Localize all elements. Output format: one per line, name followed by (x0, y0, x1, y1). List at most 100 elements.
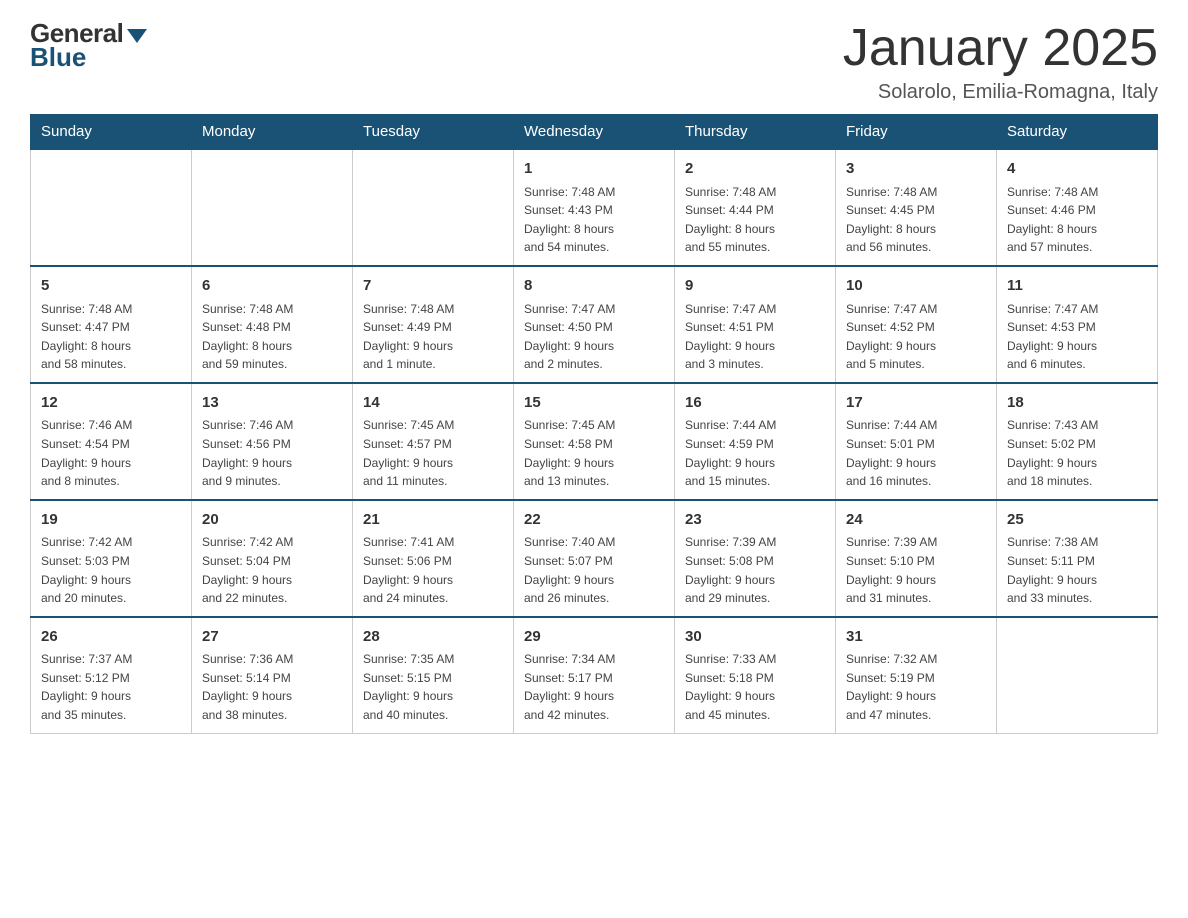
day-info: Sunrise: 7:39 AMSunset: 5:08 PMDaylight:… (685, 533, 825, 607)
day-number: 20 (202, 509, 342, 532)
day-info: Sunrise: 7:45 AMSunset: 4:58 PMDaylight:… (524, 416, 664, 490)
calendar-cell: 29Sunrise: 7:34 AMSunset: 5:17 PMDayligh… (514, 617, 675, 733)
calendar-cell: 22Sunrise: 7:40 AMSunset: 5:07 PMDayligh… (514, 500, 675, 617)
calendar-cell: 31Sunrise: 7:32 AMSunset: 5:19 PMDayligh… (836, 617, 997, 733)
calendar-cell (353, 149, 514, 266)
day-info: Sunrise: 7:48 AMSunset: 4:44 PMDaylight:… (685, 183, 825, 257)
calendar-cell: 12Sunrise: 7:46 AMSunset: 4:54 PMDayligh… (31, 383, 192, 500)
day-number: 19 (41, 509, 181, 532)
day-info: Sunrise: 7:35 AMSunset: 5:15 PMDaylight:… (363, 650, 503, 724)
calendar-week-4: 19Sunrise: 7:42 AMSunset: 5:03 PMDayligh… (31, 500, 1158, 617)
calendar-cell (997, 617, 1158, 733)
col-wednesday: Wednesday (514, 115, 675, 150)
day-info: Sunrise: 7:33 AMSunset: 5:18 PMDaylight:… (685, 650, 825, 724)
day-number: 1 (524, 158, 664, 181)
calendar-cell: 1Sunrise: 7:48 AMSunset: 4:43 PMDaylight… (514, 149, 675, 266)
day-info: Sunrise: 7:40 AMSunset: 5:07 PMDaylight:… (524, 533, 664, 607)
calendar-cell: 9Sunrise: 7:47 AMSunset: 4:51 PMDaylight… (675, 266, 836, 383)
calendar-cell: 18Sunrise: 7:43 AMSunset: 5:02 PMDayligh… (997, 383, 1158, 500)
calendar-cell: 19Sunrise: 7:42 AMSunset: 5:03 PMDayligh… (31, 500, 192, 617)
calendar-cell: 6Sunrise: 7:48 AMSunset: 4:48 PMDaylight… (192, 266, 353, 383)
day-info: Sunrise: 7:48 AMSunset: 4:43 PMDaylight:… (524, 183, 664, 257)
day-number: 25 (1007, 509, 1147, 532)
day-info: Sunrise: 7:45 AMSunset: 4:57 PMDaylight:… (363, 416, 503, 490)
day-number: 4 (1007, 158, 1147, 181)
calendar-cell: 2Sunrise: 7:48 AMSunset: 4:44 PMDaylight… (675, 149, 836, 266)
day-info: Sunrise: 7:48 AMSunset: 4:49 PMDaylight:… (363, 300, 503, 374)
day-info: Sunrise: 7:43 AMSunset: 5:02 PMDaylight:… (1007, 416, 1147, 490)
calendar-cell: 20Sunrise: 7:42 AMSunset: 5:04 PMDayligh… (192, 500, 353, 617)
col-thursday: Thursday (675, 115, 836, 150)
calendar-cell: 28Sunrise: 7:35 AMSunset: 5:15 PMDayligh… (353, 617, 514, 733)
day-info: Sunrise: 7:38 AMSunset: 5:11 PMDaylight:… (1007, 533, 1147, 607)
day-number: 9 (685, 275, 825, 298)
col-monday: Monday (192, 115, 353, 150)
logo-blue-text: Blue (30, 44, 86, 70)
day-number: 13 (202, 392, 342, 415)
day-info: Sunrise: 7:48 AMSunset: 4:48 PMDaylight:… (202, 300, 342, 374)
calendar-cell: 10Sunrise: 7:47 AMSunset: 4:52 PMDayligh… (836, 266, 997, 383)
month-title: January 2025 (843, 20, 1158, 77)
day-info: Sunrise: 7:41 AMSunset: 5:06 PMDaylight:… (363, 533, 503, 607)
day-info: Sunrise: 7:47 AMSunset: 4:52 PMDaylight:… (846, 300, 986, 374)
day-number: 22 (524, 509, 664, 532)
day-number: 7 (363, 275, 503, 298)
day-info: Sunrise: 7:42 AMSunset: 5:04 PMDaylight:… (202, 533, 342, 607)
day-info: Sunrise: 7:34 AMSunset: 5:17 PMDaylight:… (524, 650, 664, 724)
day-info: Sunrise: 7:47 AMSunset: 4:50 PMDaylight:… (524, 300, 664, 374)
col-friday: Friday (836, 115, 997, 150)
logo: General Blue (30, 20, 147, 70)
day-info: Sunrise: 7:44 AMSunset: 4:59 PMDaylight:… (685, 416, 825, 490)
day-number: 17 (846, 392, 986, 415)
calendar-cell (192, 149, 353, 266)
day-number: 2 (685, 158, 825, 181)
day-number: 18 (1007, 392, 1147, 415)
calendar-cell: 14Sunrise: 7:45 AMSunset: 4:57 PMDayligh… (353, 383, 514, 500)
calendar-cell: 16Sunrise: 7:44 AMSunset: 4:59 PMDayligh… (675, 383, 836, 500)
calendar-cell: 15Sunrise: 7:45 AMSunset: 4:58 PMDayligh… (514, 383, 675, 500)
day-info: Sunrise: 7:48 AMSunset: 4:47 PMDaylight:… (41, 300, 181, 374)
day-info: Sunrise: 7:32 AMSunset: 5:19 PMDaylight:… (846, 650, 986, 724)
col-saturday: Saturday (997, 115, 1158, 150)
title-block: January 2025 Solarolo, Emilia-Romagna, I… (843, 20, 1158, 104)
calendar-cell: 7Sunrise: 7:48 AMSunset: 4:49 PMDaylight… (353, 266, 514, 383)
calendar-cell: 27Sunrise: 7:36 AMSunset: 5:14 PMDayligh… (192, 617, 353, 733)
day-number: 11 (1007, 275, 1147, 298)
calendar-cell: 11Sunrise: 7:47 AMSunset: 4:53 PMDayligh… (997, 266, 1158, 383)
calendar-cell: 4Sunrise: 7:48 AMSunset: 4:46 PMDaylight… (997, 149, 1158, 266)
day-info: Sunrise: 7:47 AMSunset: 4:53 PMDaylight:… (1007, 300, 1147, 374)
logo-arrow-icon (127, 29, 147, 43)
calendar-cell: 17Sunrise: 7:44 AMSunset: 5:01 PMDayligh… (836, 383, 997, 500)
calendar-week-5: 26Sunrise: 7:37 AMSunset: 5:12 PMDayligh… (31, 617, 1158, 733)
day-number: 6 (202, 275, 342, 298)
day-number: 3 (846, 158, 986, 181)
day-number: 8 (524, 275, 664, 298)
calendar-cell: 21Sunrise: 7:41 AMSunset: 5:06 PMDayligh… (353, 500, 514, 617)
calendar-week-1: 1Sunrise: 7:48 AMSunset: 4:43 PMDaylight… (31, 149, 1158, 266)
day-info: Sunrise: 7:37 AMSunset: 5:12 PMDaylight:… (41, 650, 181, 724)
day-number: 12 (41, 392, 181, 415)
day-info: Sunrise: 7:46 AMSunset: 4:54 PMDaylight:… (41, 416, 181, 490)
day-info: Sunrise: 7:47 AMSunset: 4:51 PMDaylight:… (685, 300, 825, 374)
day-number: 23 (685, 509, 825, 532)
calendar-cell: 5Sunrise: 7:48 AMSunset: 4:47 PMDaylight… (31, 266, 192, 383)
calendar-cell: 3Sunrise: 7:48 AMSunset: 4:45 PMDaylight… (836, 149, 997, 266)
header: General Blue January 2025 Solarolo, Emil… (30, 20, 1158, 104)
day-number: 26 (41, 626, 181, 649)
day-number: 30 (685, 626, 825, 649)
day-info: Sunrise: 7:42 AMSunset: 5:03 PMDaylight:… (41, 533, 181, 607)
calendar-week-2: 5Sunrise: 7:48 AMSunset: 4:47 PMDaylight… (31, 266, 1158, 383)
calendar-cell: 30Sunrise: 7:33 AMSunset: 5:18 PMDayligh… (675, 617, 836, 733)
day-number: 31 (846, 626, 986, 649)
calendar-cell (31, 149, 192, 266)
day-info: Sunrise: 7:39 AMSunset: 5:10 PMDaylight:… (846, 533, 986, 607)
day-number: 15 (524, 392, 664, 415)
day-number: 27 (202, 626, 342, 649)
day-info: Sunrise: 7:48 AMSunset: 4:46 PMDaylight:… (1007, 183, 1147, 257)
day-number: 28 (363, 626, 503, 649)
col-sunday: Sunday (31, 115, 192, 150)
calendar-cell: 13Sunrise: 7:46 AMSunset: 4:56 PMDayligh… (192, 383, 353, 500)
location-title: Solarolo, Emilia-Romagna, Italy (843, 81, 1158, 104)
day-number: 21 (363, 509, 503, 532)
calendar-week-3: 12Sunrise: 7:46 AMSunset: 4:54 PMDayligh… (31, 383, 1158, 500)
